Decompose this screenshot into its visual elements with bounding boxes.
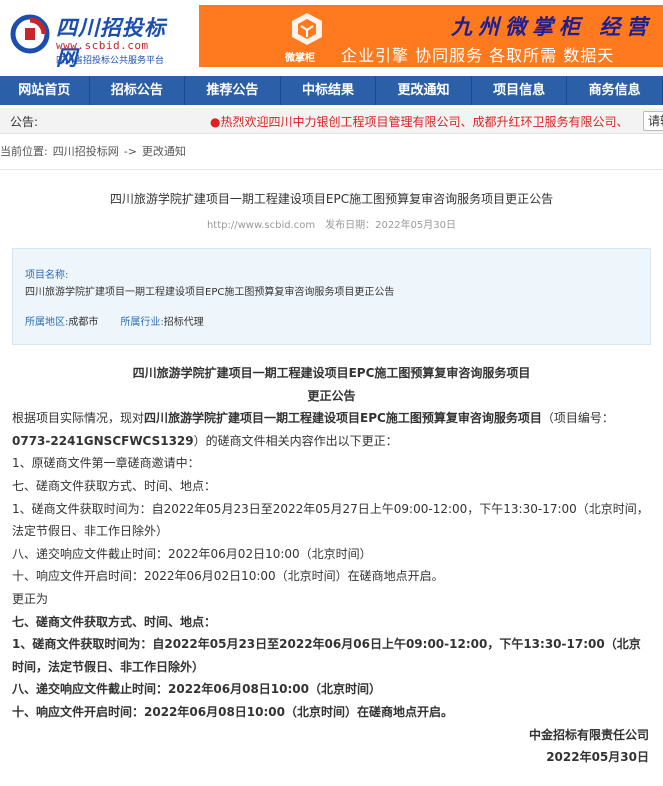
notice-marquee[interactable]: ●热烈欢迎四川中力银创工程项目管理有限公司、成都升红环卫服务有限公司、 [210, 113, 638, 130]
project-name-value: 四川旅游学院扩建项目一期工程建设项目EPC施工图预算复审咨询服务项目更正公告 [25, 287, 395, 298]
banner-cube-icon [292, 13, 322, 45]
breadcrumb-site-link[interactable]: 四川招投标网 [53, 145, 119, 158]
site-logo[interactable]: 四川招投标网 www.scbid.com 四川省招投标公共服务平台 [6, 8, 186, 70]
body-line-corrected: 八、递交响应文件截止时间：2022年06月08日10:00（北京时间） [12, 682, 381, 697]
article-meta: http://www.scbid.com 发布日期：2022年05月30日 [0, 216, 663, 231]
nav-business-info[interactable]: 商务信息 [567, 76, 663, 105]
project-meta-row: 所属地区:成都市 所属行业:招标代理 [25, 313, 226, 328]
body-line: 1、磋商文件获取时间为：自2022年05月23日至2022年05月27日上午09… [12, 501, 649, 539]
body-line: 1、原磋商文件第一章磋商邀请中： [12, 456, 200, 471]
body-line: 七、磋商文件获取方式、时间、地点： [12, 478, 217, 493]
banner-brand: 微掌柜 [285, 53, 315, 64]
logo-url: www.scbid.com [56, 39, 149, 52]
logo-subtitle: 四川省招投标公共服务平台 [56, 56, 165, 66]
body-line-corrected: 1、磋商文件获取时间为：自2022年05月23日至2022年06月06日上午09… [12, 637, 641, 674]
banner-slogan: 企业引擎 协同服务 各取所需 数据天 [341, 46, 615, 65]
logo-mark-icon [10, 14, 50, 54]
sign-date: 2022年05月30日 [546, 750, 649, 765]
intro-project-code: 0773-2241GNSCFWCS1329 [12, 433, 194, 448]
industry-value: 招标代理 [163, 317, 204, 328]
body-heading: 四川旅游学院扩建项目一期工程建设项目EPC施工图预算复审咨询服务项目 [132, 366, 531, 380]
body-intro: 根据项目实际情况，现对四川旅游学院扩建项目一期工程建设项目EPC施工图预算复审咨… [12, 407, 651, 452]
divider [0, 169, 663, 170]
ad-banner[interactable]: 微掌柜 九州微掌柜 经营 企业引擎 协同服务 各取所需 数据天 [199, 5, 663, 67]
article-date: 发布日期：2022年05月30日 [325, 220, 457, 231]
body-line-corrected: 七、磋商文件获取方式、时间、地点： [12, 614, 217, 629]
breadcrumb-current[interactable]: 更改通知 [142, 145, 186, 158]
nav-tender-notice[interactable]: 招标公告 [90, 76, 186, 105]
main-nav: 网站首页 招标公告 推荐公告 中标结果 更改通知 项目信息 商务信息 [0, 76, 663, 105]
nav-award-results[interactable]: 中标结果 [281, 76, 377, 105]
industry-label: 所属行业: [120, 317, 164, 328]
nav-home[interactable]: 网站首页 [0, 76, 90, 105]
body-line: 八、递交响应文件截止时间：2022年06月02日10:00（北京时间） [12, 546, 372, 561]
breadcrumb-prefix: 当前位置: [0, 145, 48, 158]
region-value: 成都市 [68, 317, 99, 328]
intro-part-e: ）的磋商文件相关内容作出以下更正： [193, 433, 398, 448]
breadcrumb: 当前位置: 四川招投标网 -> 更改通知 [0, 143, 191, 159]
intro-project-name: 四川旅游学院扩建项目一期工程建设项目EPC施工图预算复审咨询服务项目 [144, 411, 542, 426]
notice-label: 公告: [10, 115, 39, 129]
signer: 中金招标有限责任公司 [528, 727, 649, 742]
article-body: 四川旅游学院扩建项目一期工程建设项目EPC施工图预算复审咨询服务项目 更正公告 … [12, 362, 651, 769]
article-url[interactable]: http://www.scbid.com [207, 220, 315, 231]
nav-recommended[interactable]: 推荐公告 [185, 76, 281, 105]
project-info-box: 项目名称: 四川旅游学院扩建项目一期工程建设项目EPC施工图预算复审咨询服务项目… [12, 248, 651, 345]
site-header: 四川招投标网 www.scbid.com 四川省招投标公共服务平台 微掌柜 九州… [0, 0, 663, 73]
body-line: 更正为 [12, 591, 49, 606]
nav-project-info[interactable]: 项目信息 [472, 76, 568, 105]
nav-change-notice[interactable]: 更改通知 [376, 76, 472, 105]
article-title: 四川旅游学院扩建项目一期工程建设项目EPC施工图预算复审咨询服务项目更正公告 [109, 192, 554, 206]
intro-part-a: 根据项目实际情况，现对 [12, 411, 145, 426]
body-subheading: 更正公告 [307, 388, 356, 403]
breadcrumb-separator: -> [123, 145, 137, 158]
region-label: 所属地区: [25, 317, 69, 328]
intro-part-c: （项目编号： [541, 411, 614, 426]
notice-bar: 公告: ●热烈欢迎四川中力银创工程项目管理有限公司、成都升红环卫服务有限公司、 … [0, 108, 663, 134]
banner-title: 九州微掌柜 经营 [451, 14, 654, 39]
body-line-corrected: 十、响应文件开启时间：2022年06月08日10:00（北京时间）在磋商地点开启… [12, 704, 453, 719]
search-input[interactable]: 请输 [643, 111, 663, 131]
project-name-label: 项目名称: [25, 270, 69, 281]
body-line: 十、响应文件开启时间：2022年06月02日10:00（北京时间）在磋商地点开启… [12, 569, 444, 584]
